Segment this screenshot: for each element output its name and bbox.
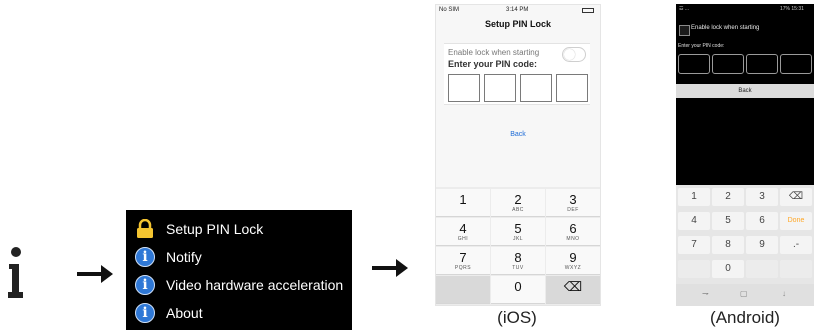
keypad-key[interactable]: 2 [712, 188, 744, 206]
info-icon: i [134, 302, 156, 324]
done-key[interactable]: Done [780, 212, 812, 230]
keypad-key[interactable]: 6 [746, 212, 778, 230]
enable-lock-label: Enable lock when starting [691, 25, 760, 31]
info-symbol-icon [8, 247, 23, 298]
pin-digit-field[interactable] [746, 54, 778, 74]
pin-digit-field[interactable] [678, 54, 710, 74]
key-letters: ABC [512, 207, 524, 213]
keypad-key[interactable]: 4 [678, 212, 710, 230]
pin-digit-field[interactable] [520, 74, 552, 102]
menu-item-notify[interactable]: i Notify [126, 243, 352, 271]
keypad-key[interactable]: 5 [712, 212, 744, 230]
arrow-right-icon [372, 259, 408, 277]
key-digit: 5 [514, 221, 522, 236]
keypad-key[interactable]: 7 [678, 236, 710, 254]
keypad-key[interactable]: 6 MNO [546, 218, 600, 246]
key-digit: 4 [459, 221, 467, 236]
key-letters: TUV [512, 265, 524, 271]
delete-key[interactable]: ⌫ [546, 276, 600, 304]
menu-item-label: Setup PIN Lock [166, 221, 264, 237]
enable-lock-toggle[interactable] [562, 47, 586, 62]
menu-item-label: Notify [166, 249, 202, 265]
page-title: Setup PIN Lock [484, 19, 551, 29]
blank-key [780, 260, 812, 278]
status-left: ☲ ... [679, 6, 690, 12]
keypad-key[interactable]: 3 [746, 188, 778, 206]
pin-digit-field[interactable] [484, 74, 516, 102]
key-letters: GHI [457, 236, 469, 242]
menu-item-label: Video hardware acceleration [166, 277, 344, 293]
enter-pin-label: Enter your PIN code: [448, 59, 538, 69]
keypad-key[interactable]: 7 PQRS [436, 247, 490, 275]
key-digit: 0 [514, 279, 522, 294]
key-letters: WXYZ [564, 265, 582, 271]
menu-item-setup-pin-lock[interactable]: Setup PIN Lock [126, 215, 352, 243]
pin-card: Enable lock when starting Enter your PIN… [444, 43, 590, 105]
back-nav-icon[interactable]: ↓ [782, 289, 786, 298]
key-letters: MNO [566, 236, 580, 242]
blank-key [678, 260, 710, 278]
pin-digit-field[interactable] [712, 54, 744, 74]
keypad-key[interactable]: 0 [712, 260, 744, 278]
key-digit: 7 [459, 250, 467, 265]
key-digit: 9 [569, 250, 577, 265]
delete-key[interactable]: ⌫ [780, 188, 812, 206]
key-digit: ⌫ [563, 279, 583, 294]
menu-item-video-hw-accel[interactable]: i Video hardware acceleration [126, 271, 352, 299]
pin-digit-field[interactable] [780, 54, 812, 74]
nav-bar: ⇁ ▢ ↓ [676, 284, 814, 306]
numeric-keypad: ⇁ ▢ ↓ 1 2 3 ⌫ 4 5 6 Done 7 8 9 .- 0 [676, 185, 814, 306]
ios-caption: (iOS) [497, 308, 537, 327]
back-button[interactable]: Back [436, 131, 600, 138]
keypad-key[interactable]: 8 [712, 236, 744, 254]
key-digit: 1 [459, 192, 467, 207]
lock-icon [134, 218, 156, 240]
menu-item-about[interactable]: i About [126, 299, 352, 327]
info-icon: i [134, 274, 156, 296]
enable-lock-label: Enable lock when starting [448, 48, 540, 57]
status-bar: ☲ ... 17% 15:31 [676, 4, 814, 14]
keypad-key[interactable]: 0 [491, 276, 545, 304]
status-bar: No SIM 3:14 PM [436, 5, 600, 17]
clock-text: 3:14 PM [506, 7, 529, 13]
context-menu: Setup PIN Lock i Notify i Video hardware… [126, 210, 352, 330]
menu-item-label: About [166, 305, 203, 321]
key-letters: PQRS [454, 265, 472, 271]
status-right: 17% 15:31 [780, 6, 804, 12]
keypad-key[interactable]: .- [780, 236, 812, 254]
keypad-key[interactable]: 9 [746, 236, 778, 254]
home-icon[interactable]: ▢ [740, 289, 748, 298]
pin-digit-field[interactable] [448, 74, 480, 102]
keypad-key[interactable]: 9 WXYZ [546, 247, 600, 275]
enable-lock-checkbox[interactable] [679, 25, 690, 36]
key-digit: 8 [514, 250, 522, 265]
key-digit: 2 [514, 192, 522, 207]
keypad-key[interactable]: 2 ABC [491, 189, 545, 217]
key-letters: DEF [567, 207, 579, 213]
keypad-key[interactable]: 1 [678, 188, 710, 206]
ios-screen: No SIM 3:14 PM Setup PIN Lock Enable loc… [435, 4, 601, 306]
android-screen: ☲ ... 17% 15:31 Enable lock when startin… [676, 4, 814, 306]
key-digit [436, 276, 490, 280]
blank-key [746, 260, 778, 278]
key-digit: 6 [569, 221, 577, 236]
android-caption: (Android) [710, 308, 780, 327]
blank-key [436, 276, 490, 304]
info-icon: i [134, 246, 156, 268]
recent-apps-icon[interactable]: ⇁ [702, 289, 709, 298]
keypad-key[interactable]: 4 GHI [436, 218, 490, 246]
enter-pin-label: Enter your PIN code: [678, 43, 725, 49]
arrow-right-icon [77, 265, 113, 283]
keypad-key[interactable]: 5 JKL [491, 218, 545, 246]
carrier-text: No SIM [439, 7, 460, 13]
keypad-key[interactable]: 8 TUV [491, 247, 545, 275]
numeric-keypad: 1 2 ABC 3 DEF 4 GHI 5 JKL 6 MNO 7 PQRS 8 TUV 9 WXYZ 0 ⌫ [436, 187, 600, 305]
keypad-key[interactable]: 1 [436, 189, 490, 217]
battery-icon [582, 8, 594, 13]
key-letters: JKL [512, 236, 524, 242]
key-digit: 3 [569, 192, 577, 207]
keypad-key[interactable]: 3 DEF [546, 189, 600, 217]
pin-digit-field[interactable] [556, 74, 588, 102]
back-button[interactable]: Back [676, 84, 814, 98]
